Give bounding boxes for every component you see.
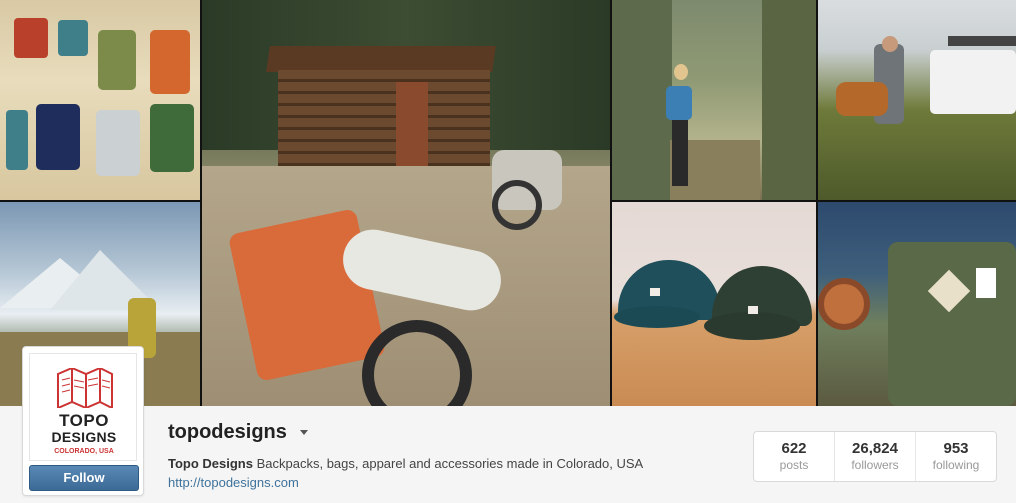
follow-button[interactable]: Follow bbox=[29, 465, 139, 491]
avatar[interactable]: TOPO DESIGNS COLORADO, USA bbox=[29, 353, 137, 461]
stat-label: posts bbox=[779, 458, 809, 472]
chevron-down-icon[interactable] bbox=[300, 430, 308, 435]
website-link[interactable]: http://topodesigns.com bbox=[168, 475, 299, 490]
full-name: Topo Designs bbox=[168, 456, 253, 471]
avatar-card: TOPO DESIGNS COLORADO, USA Follow bbox=[22, 346, 144, 496]
bio: Topo Designs Backpacks, bags, apparel an… bbox=[168, 456, 643, 471]
photo-tile[interactable] bbox=[202, 0, 610, 406]
username: topodesigns bbox=[168, 421, 287, 443]
stat-followers[interactable]: 26,824 followers bbox=[834, 432, 915, 481]
stat-value: 26,824 bbox=[852, 440, 898, 457]
logo-line2: DESIGNS bbox=[51, 429, 117, 445]
stats-box: 622 posts 26,824 followers 953 following bbox=[753, 431, 997, 482]
photo-tile[interactable] bbox=[0, 0, 200, 200]
stat-value: 953 bbox=[943, 440, 969, 457]
stat-label: following bbox=[932, 458, 980, 472]
photo-tile[interactable] bbox=[818, 0, 1016, 200]
photo-tile[interactable] bbox=[612, 0, 816, 200]
stat-following[interactable]: 953 following bbox=[915, 432, 996, 481]
bio-text: Backpacks, bags, apparel and accessories… bbox=[256, 456, 644, 471]
photo-tile[interactable] bbox=[612, 202, 816, 406]
photo-banner bbox=[0, 0, 1016, 406]
stat-label: followers bbox=[851, 458, 899, 472]
stat-posts[interactable]: 622 posts bbox=[754, 432, 834, 481]
map-logo-icon bbox=[57, 368, 113, 408]
stat-value: 622 bbox=[781, 440, 807, 457]
logo-line3: COLORADO, USA bbox=[54, 448, 114, 455]
photo-tile[interactable] bbox=[818, 202, 1016, 406]
logo-line1: TOPO bbox=[59, 411, 109, 430]
